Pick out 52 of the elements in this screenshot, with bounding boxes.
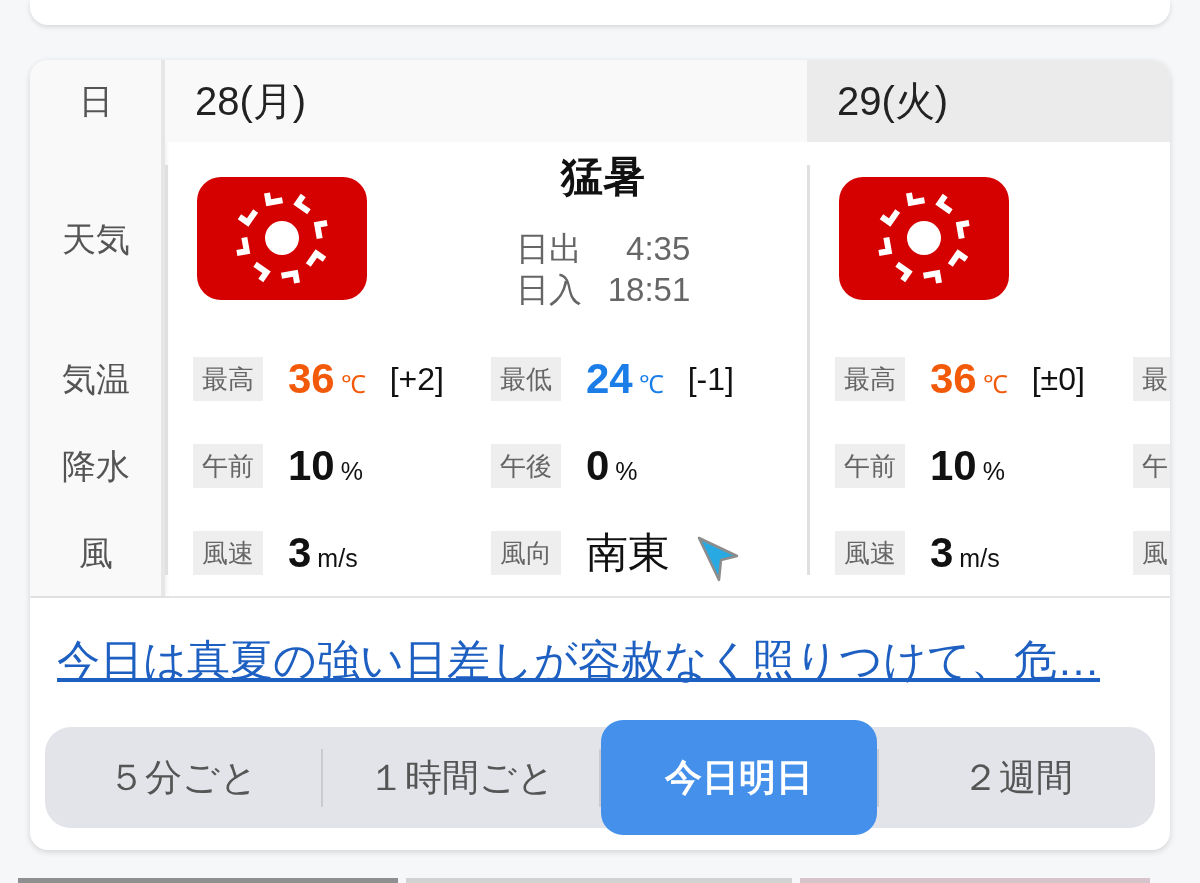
summary-link[interactable]: 今日は真夏の強い日差しが容赦なく照りつけて、危… (57, 635, 1100, 685)
stat-label: 最高 (193, 357, 263, 401)
date-header: 29(火) (807, 60, 1170, 142)
date-header: 28(月) (165, 60, 807, 142)
stat-label: 午前 (835, 444, 905, 488)
stat-label: 風 (1133, 531, 1170, 575)
stat-label: 午 (1133, 444, 1170, 488)
row-label: 天気 (61, 218, 130, 259)
sun-label: 日入 (515, 270, 582, 310)
temperature-change: [±0] (1031, 360, 1085, 399)
row-label: 降水 (61, 445, 130, 486)
stat-label: 風速 (835, 531, 905, 575)
stat-unit: m/s (959, 543, 1000, 573)
segment-tab[interactable]: 今日明日 (601, 720, 877, 835)
sun-time: 18:51 (607, 270, 691, 310)
stat-unit: ℃ (638, 369, 664, 399)
segment-tab[interactable]: ５分ごと (45, 727, 321, 828)
temperature-change: [-1] (687, 360, 734, 399)
stat-value: 10 (288, 442, 335, 490)
stat-label: 最低 (491, 357, 561, 401)
stat-label: 最 (1133, 357, 1170, 401)
stat-value: 0 (586, 442, 610, 490)
row-header: 日 (78, 81, 113, 121)
stat-value: 24 (586, 355, 633, 403)
stat-unit: m/s (317, 543, 358, 573)
stat-unit: ℃ (982, 369, 1008, 399)
segment-tab[interactable]: ２週間 (879, 727, 1155, 828)
stat-value: 3 (288, 529, 312, 577)
sun-time: 4:35 (625, 229, 691, 269)
sun-icon (197, 177, 367, 300)
stat-unit: ℃ (340, 369, 366, 399)
sun-label: 日出 (515, 229, 582, 269)
stat-label: 午後 (491, 444, 561, 488)
row-label: 気温 (61, 358, 130, 399)
stat-label: 最高 (835, 357, 905, 401)
stat-unit: % (982, 456, 1005, 486)
stat-label: 午前 (193, 444, 263, 488)
weather-text: 猛暑 (561, 152, 645, 202)
stat-value: 3 (930, 529, 954, 577)
stat-value: 南東 (586, 529, 670, 577)
stat-unit: % (340, 456, 363, 486)
temperature-change: [+2] (389, 360, 444, 399)
segment-tab[interactable]: １時間ごと (323, 727, 599, 828)
stat-value: 10 (930, 442, 977, 490)
stat-label: 風向 (491, 531, 561, 575)
stat-value: 36 (930, 355, 977, 403)
arrow-icon (697, 536, 739, 582)
sun-icon (839, 177, 1009, 300)
stat-value: 36 (288, 355, 335, 403)
stat-label: 風速 (193, 531, 263, 575)
stat-unit: % (615, 456, 638, 486)
row-label: 風 (78, 532, 113, 573)
